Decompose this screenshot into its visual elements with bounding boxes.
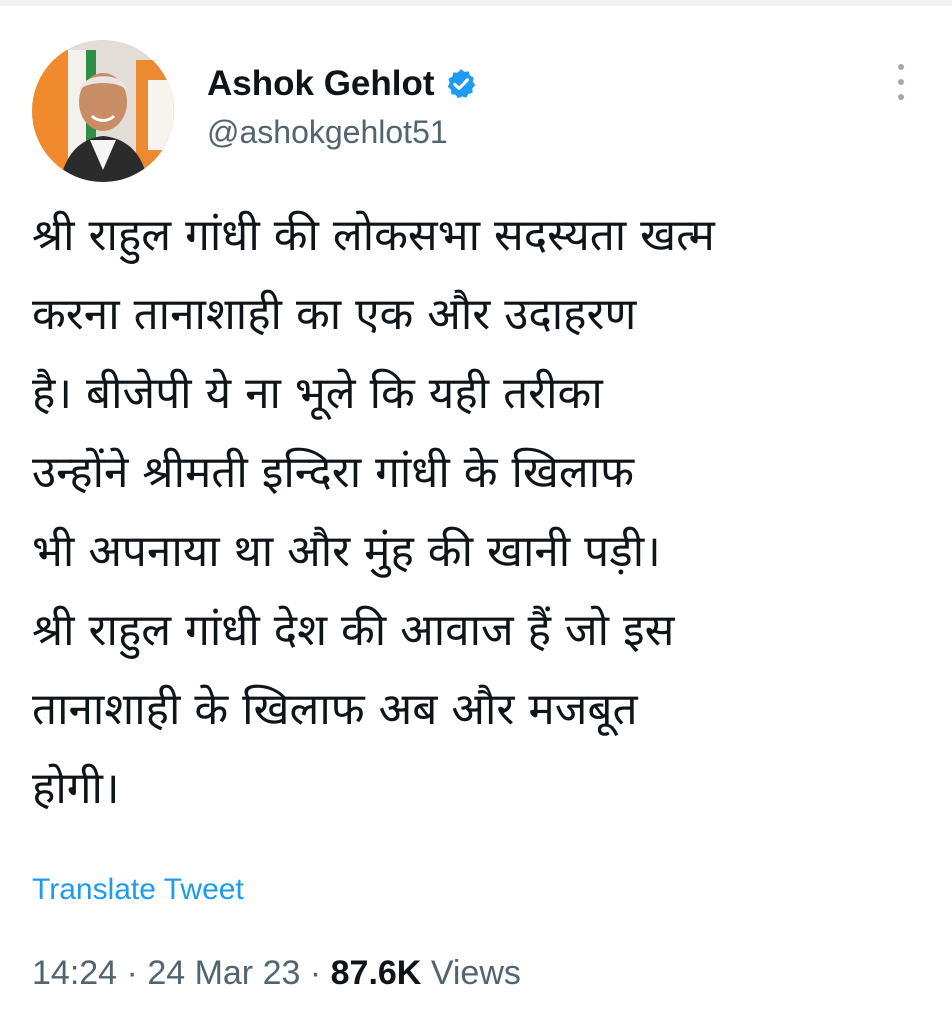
tweet-date[interactable]: 24 Mar 23	[147, 954, 300, 992]
author-name-row: Ashok Gehlot	[207, 62, 478, 106]
meta-separator: ·	[300, 954, 331, 992]
tweet-text-line: श्री राहुल गांधी की लोकसभा सदस्यता खत्म	[32, 210, 715, 261]
meta-separator: ·	[117, 954, 148, 992]
tweet-text-line: उन्होंने श्रीमती इन्दिरा गांधी के खिलाफ	[32, 447, 635, 498]
author-display-name[interactable]: Ashok Gehlot	[207, 62, 435, 106]
avatar-photo	[32, 40, 174, 182]
tweet-text-line: श्री राहुल गांधी देश की आवाज हैं जो इस	[32, 605, 675, 656]
tweet-time[interactable]: 14:24	[32, 954, 117, 992]
tweet-text: श्री राहुल गांधी की लोकसभा सदस्यता खत्म …	[32, 196, 932, 828]
tweet-text-line: भी अपनाया था और मुंह की खानी पड़ी।	[32, 526, 661, 577]
verified-badge-icon	[444, 67, 478, 101]
tweet-meta: 14:24 · 24 Mar 23 · 87.6K Views	[32, 950, 521, 996]
tweet-text-line: तानाशाही के खिलाफ अब और मजबूत	[32, 684, 638, 735]
views-count[interactable]: 87.6K	[331, 954, 422, 992]
tweet-text-line: है। बीजेपी ये ना भूले कि यही तरीका	[32, 368, 603, 419]
top-divider	[0, 0, 952, 6]
tweet-text-line: करना तानाशाही का एक और उदाहरण	[32, 289, 637, 340]
more-vertical-icon[interactable]	[886, 64, 916, 100]
views-label: Views	[430, 954, 521, 992]
translate-tweet-link[interactable]: Translate Tweet	[32, 870, 244, 910]
author-avatar[interactable]	[32, 40, 174, 182]
author-handle[interactable]: @ashokgehlot51	[207, 112, 448, 152]
tweet-text-line: होगी।	[32, 763, 120, 814]
